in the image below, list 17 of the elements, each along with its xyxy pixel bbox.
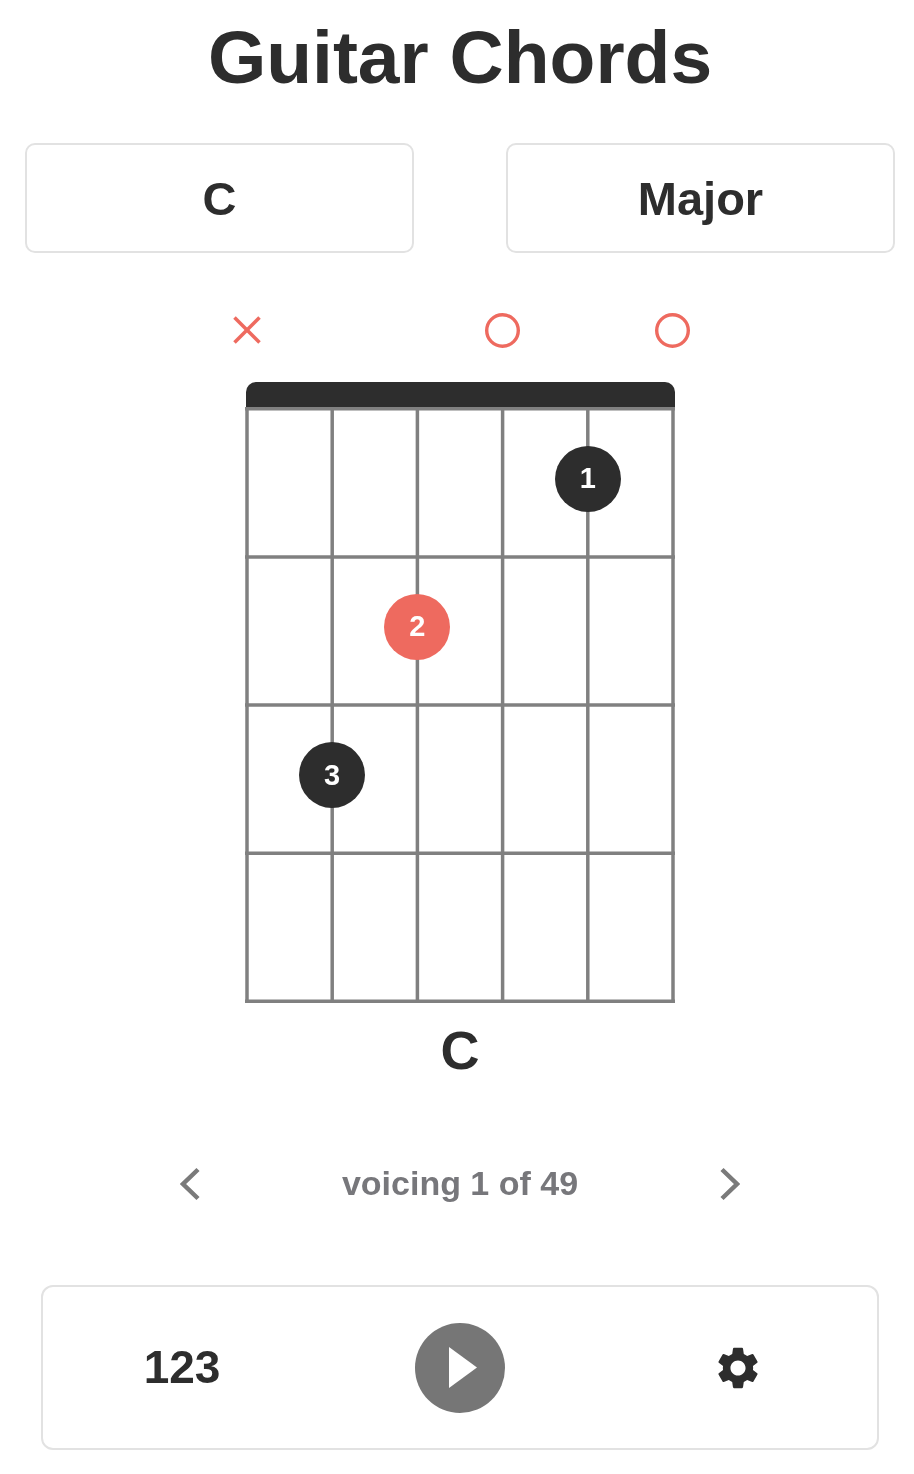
chevron-right-icon xyxy=(720,1167,740,1201)
select-button[interactable]: Major xyxy=(506,143,895,253)
settings-button[interactable] xyxy=(718,1346,758,1389)
ring-icon xyxy=(655,312,691,348)
voicing-label: voicing 1 of 49 xyxy=(341,1164,579,1204)
finger-dot: 2 xyxy=(384,593,451,660)
play-icon xyxy=(449,1347,477,1388)
finger-dot: 3 xyxy=(299,742,366,809)
page-title: Guitar Chords xyxy=(207,13,713,101)
chevron-left-icon xyxy=(180,1167,200,1201)
settings-icon xyxy=(718,1346,758,1389)
numbers-button[interactable]: 123 xyxy=(139,1341,225,1394)
finger-dot: 1 xyxy=(554,445,621,512)
ring-icon xyxy=(485,312,521,348)
select-button[interactable]: C xyxy=(25,143,414,253)
chord-name: C xyxy=(440,1018,480,1082)
cross-icon xyxy=(233,316,261,344)
